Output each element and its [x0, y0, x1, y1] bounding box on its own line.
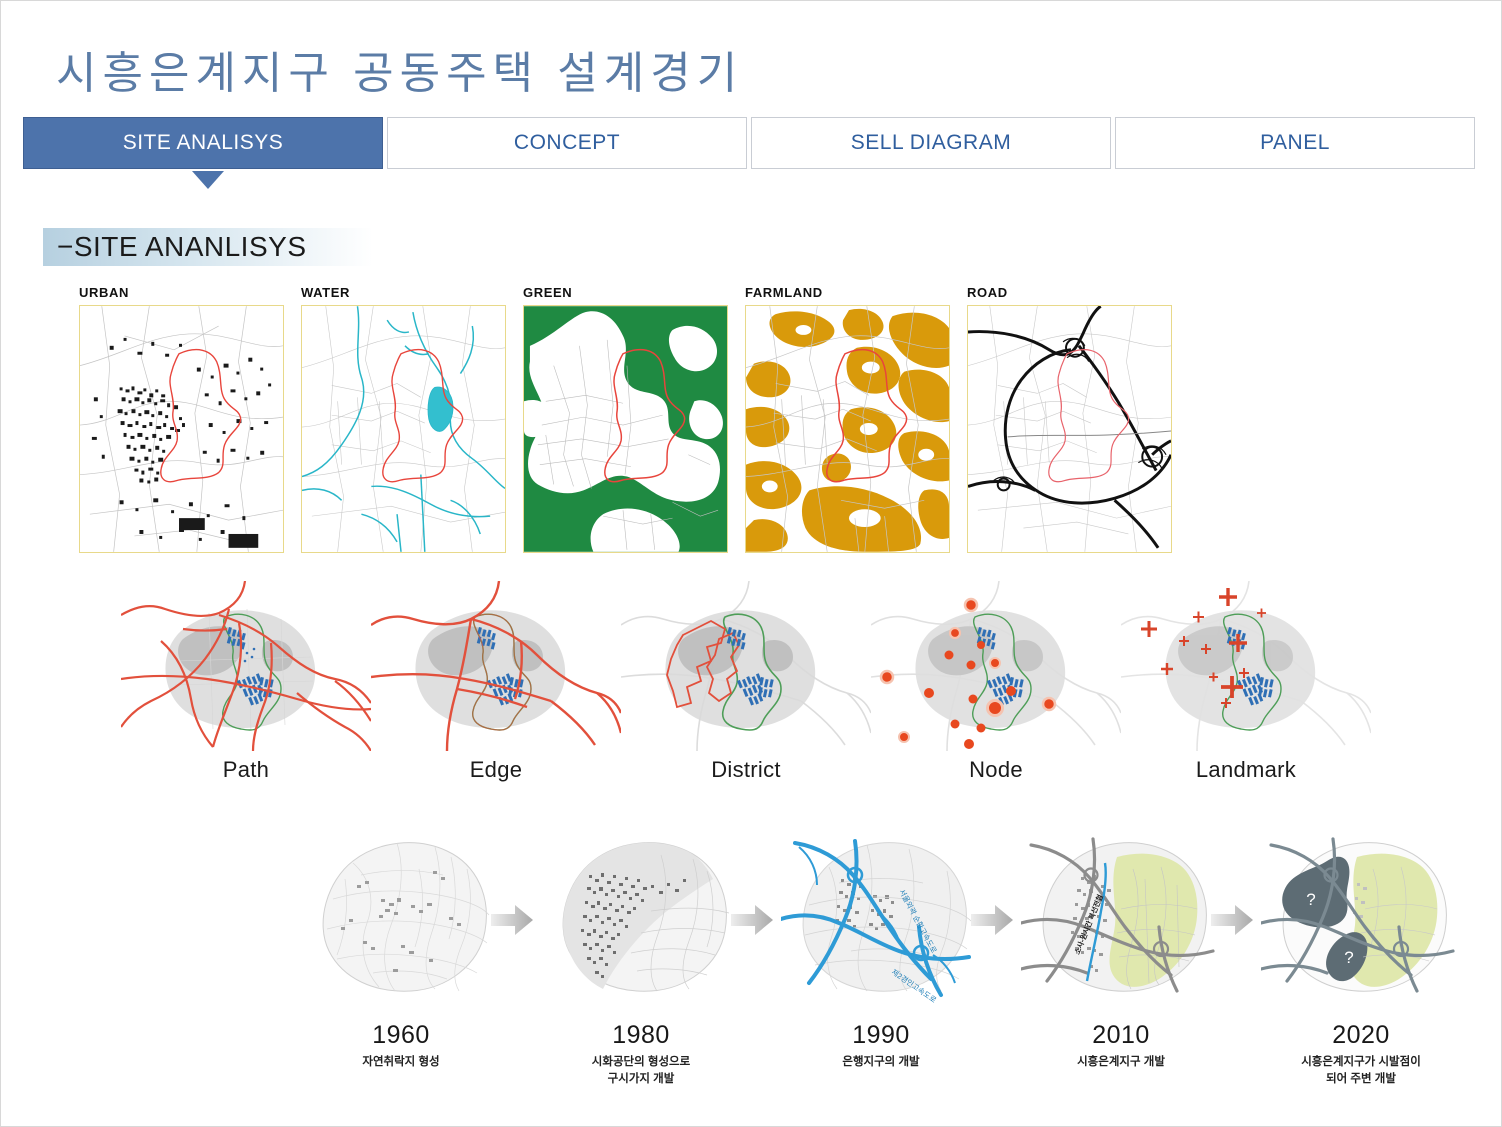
- lynch-label: Node: [969, 757, 1023, 782]
- map-thumbnail-frame: [301, 305, 506, 553]
- timeline-map-1980: [541, 823, 741, 1013]
- thematic-map-water: WATER: [301, 285, 508, 553]
- thematic-map-road: ROAD: [967, 285, 1174, 553]
- timeline-arrow-icon-2: [729, 903, 775, 937]
- map-thumbnail-frame: [967, 305, 1172, 553]
- timeline-item-1990: 서울외곽 순환고속도로 제2경인고속도로 1990 은행지구의 개발: [781, 823, 981, 1071]
- tab-label: SELL DIAGRAM: [850, 131, 1012, 154]
- map-thumbnail-frame: [523, 305, 728, 553]
- timeline-item-1960: 1960 자연취락지 형성: [301, 823, 501, 1071]
- presentation-slide: 시흥은계지구 공동주택 설계경기 SITE ANALISYS CONCEPT S…: [0, 0, 1502, 1127]
- timeline-map-1960: [301, 823, 501, 1013]
- question-mark-2: ?: [1344, 948, 1353, 967]
- urban-map-graphic: [80, 306, 283, 552]
- edge-diagram-graphic: [371, 581, 621, 751]
- timeline-row: 1960 자연취락지 형성 1980 시화공단의 형성으로 구시가지 개발 서울…: [301, 823, 1461, 1093]
- map-thumbnail-frame: [79, 305, 284, 553]
- timeline-caption: 시흥은계지구가 시발점이 되어 주변 개발: [1301, 1056, 1421, 1085]
- timeline-caption: 시화공단의 형성으로 구시가지 개발: [591, 1056, 691, 1085]
- farmland-map-graphic: [746, 306, 949, 552]
- active-tab-caret-icon: [192, 171, 224, 189]
- green-map-graphic: [524, 306, 727, 552]
- section-header: −SITE ANANLISYS: [43, 228, 373, 266]
- thematic-map-farmland: FARMLAND: [745, 285, 952, 553]
- lynch-diagram-row: Path Edge District Node Landmark: [121, 581, 1421, 796]
- timeline-item-1980: 1980 시화공단의 형성으로 구시가지 개발: [541, 823, 741, 1087]
- path-diagram-graphic: [121, 581, 371, 751]
- timeline-item-2010: 소사-원시간 복선전철 2010 시흥은계지구 개발: [1021, 823, 1221, 1071]
- timeline-year: 2010: [1092, 1021, 1150, 1049]
- timeline-item-2020: ? ? 2020 시흥은계지구가 시발점이 되어 주변 개발: [1261, 823, 1461, 1087]
- district-diagram-graphic: [621, 581, 871, 751]
- tab-bar: SITE ANALISYS CONCEPT SELL DIAGRAM PANEL: [23, 117, 1475, 169]
- lynch-diagram-path: Path: [121, 581, 371, 783]
- section-header-label: −SITE ANANLISYS: [57, 231, 307, 262]
- map-label: URBAN: [79, 285, 129, 300]
- timeline-map-2020: ? ?: [1261, 823, 1461, 1013]
- timeline-map-2010: 소사-원시간 복선전철: [1021, 823, 1221, 1013]
- lynch-label: District: [711, 757, 781, 782]
- lynch-diagram-edge: Edge: [371, 581, 621, 783]
- timeline-year: 1990: [852, 1021, 910, 1049]
- timeline-arrow-icon-4: [1209, 903, 1255, 937]
- map-label: WATER: [301, 285, 350, 300]
- map-thumbnail-frame: [745, 305, 950, 553]
- lynch-label: Landmark: [1195, 757, 1297, 782]
- thematic-map-green: GREEN: [523, 285, 730, 553]
- map-label: GREEN: [523, 285, 573, 300]
- tab-site-analisys[interactable]: SITE ANALISYS: [23, 117, 383, 169]
- timeline-year: 1980: [612, 1021, 670, 1049]
- tab-label: CONCEPT: [513, 131, 621, 154]
- lynch-diagram-district: District: [621, 581, 871, 783]
- lynch-diagram-landmark: Landmark: [1121, 581, 1371, 783]
- timeline-year: 1960: [372, 1021, 430, 1049]
- node-diagram-graphic: [871, 581, 1121, 751]
- lynch-diagram-node: Node: [871, 581, 1121, 783]
- tab-panel[interactable]: PANEL: [1115, 117, 1475, 169]
- timeline-year: 2020: [1332, 1021, 1390, 1049]
- tab-sell-diagram[interactable]: SELL DIAGRAM: [751, 117, 1111, 169]
- lynch-label: Edge: [469, 757, 523, 782]
- timeline-arrow-icon-3: [969, 903, 1015, 937]
- question-mark-1: ?: [1306, 890, 1315, 909]
- map-label: FARMLAND: [745, 285, 823, 300]
- map-label: ROAD: [967, 285, 1008, 300]
- thematic-map-row: URBAN WATER GREEN FARMLAND ROAD: [79, 285, 1399, 570]
- water-map-graphic: [302, 306, 505, 552]
- tab-label: PANEL: [1260, 131, 1330, 154]
- lynch-label: Path: [222, 757, 270, 782]
- timeline-map-1990: 서울외곽 순환고속도로 제2경인고속도로: [781, 823, 981, 1013]
- landmark-diagram-graphic: [1121, 581, 1371, 751]
- timeline-caption: 은행지구의 개발: [842, 1056, 920, 1068]
- thematic-map-urban: URBAN: [79, 285, 286, 553]
- road-map-graphic: [968, 306, 1171, 552]
- tab-label: SITE ANALISYS: [122, 131, 284, 154]
- page-title: 시흥은계지구 공동주택 설계경기: [56, 49, 744, 98]
- timeline-caption: 시흥은계지구 개발: [1077, 1056, 1165, 1068]
- timeline-arrow-icon-1: [489, 903, 535, 937]
- tab-concept[interactable]: CONCEPT: [387, 117, 747, 169]
- timeline-caption: 자연취락지 형성: [362, 1056, 440, 1068]
